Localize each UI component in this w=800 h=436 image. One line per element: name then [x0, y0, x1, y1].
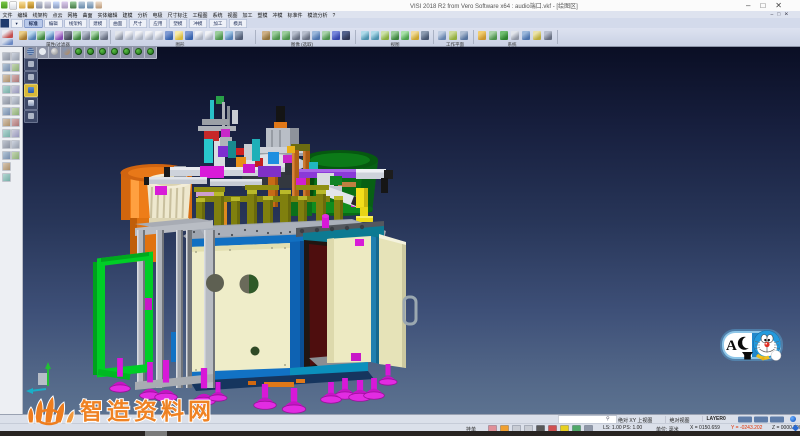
- svg-text:A: A: [726, 338, 737, 354]
- svg-text:智造资料网: 智造资料网: [80, 398, 215, 424]
